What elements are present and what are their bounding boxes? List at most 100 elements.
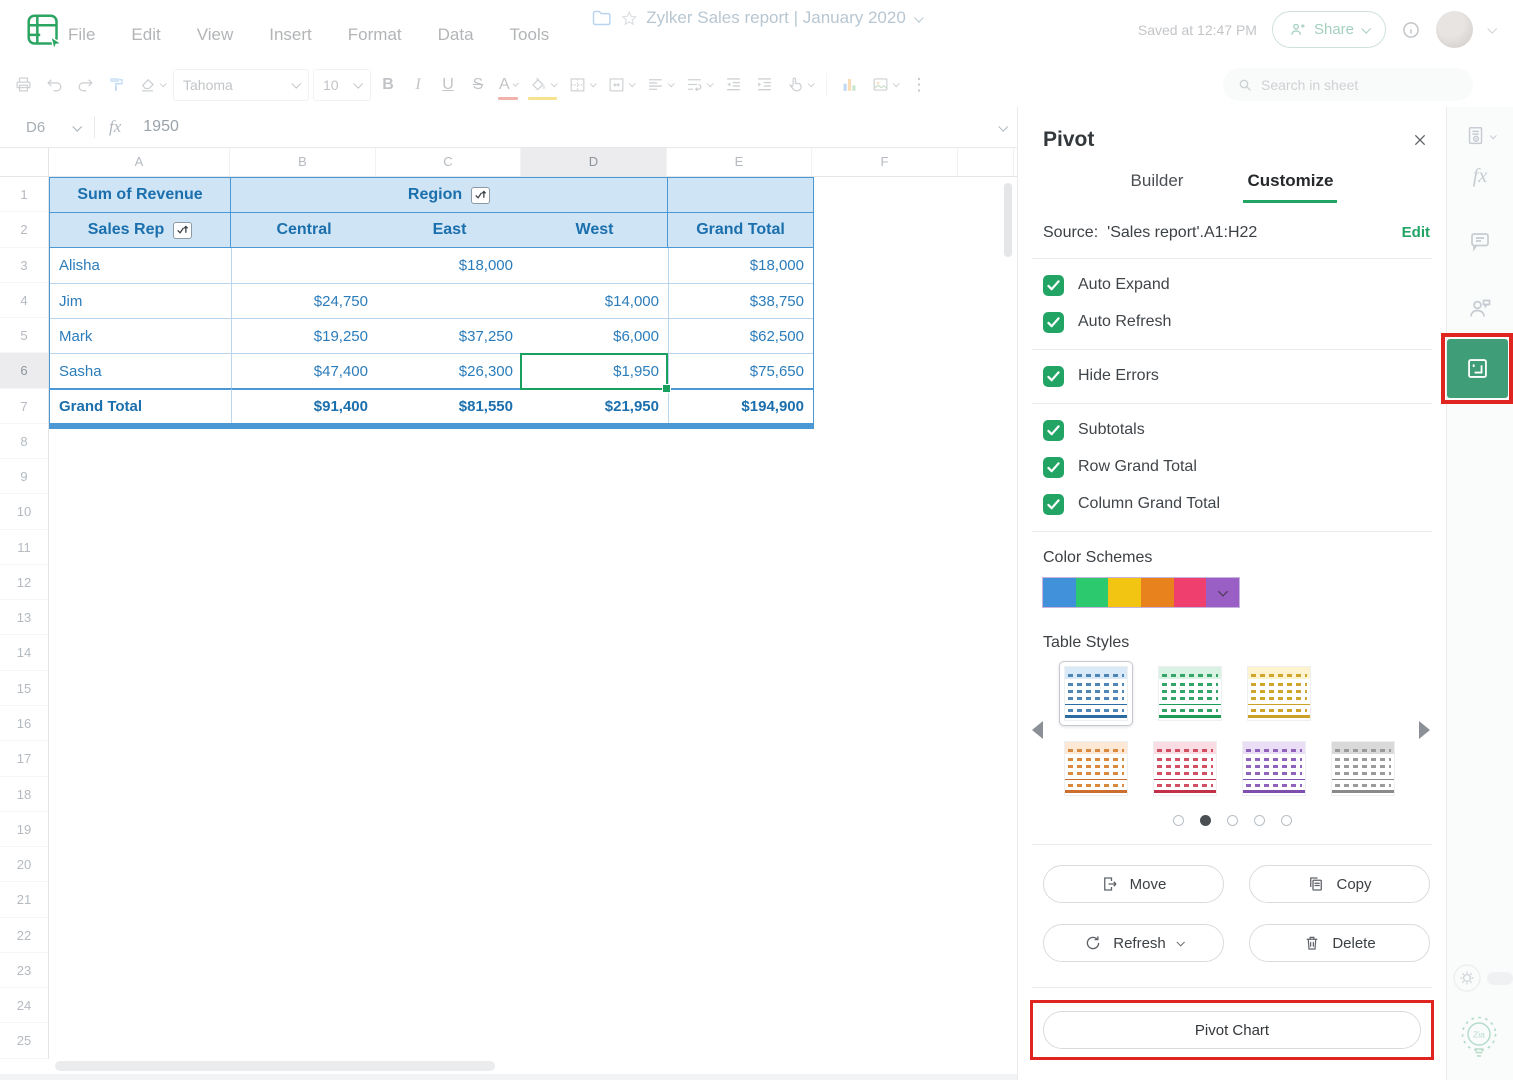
color-scheme-swatch-2[interactable] — [1076, 578, 1109, 607]
pivot-cell[interactable]: $24,750 — [231, 283, 377, 318]
info-button[interactable] — [1401, 20, 1421, 40]
italic-button[interactable]: I — [405, 69, 431, 101]
row-header-24[interactable]: 24 — [0, 988, 48, 1023]
pivot-cell[interactable]: $18,000 — [377, 248, 522, 283]
delete-button[interactable]: Delete — [1249, 924, 1430, 962]
row-header-13[interactable]: 13 — [0, 600, 48, 635]
color-scheme-swatch-3[interactable] — [1108, 578, 1141, 607]
strikethrough-button[interactable]: S — [465, 69, 491, 101]
row-header-10[interactable]: 10 — [0, 494, 48, 529]
font-size-select[interactable]: 10 — [313, 69, 371, 101]
edit-source-link[interactable]: Edit — [1402, 224, 1430, 241]
pivot-cell[interactable]: $26,300 — [377, 353, 522, 388]
region-filter-icon[interactable] — [471, 187, 490, 204]
row-header-11[interactable]: 11 — [0, 530, 48, 565]
text-wrap-button[interactable] — [681, 69, 716, 101]
pivot-cell[interactable]: Alisha — [50, 248, 231, 283]
color-scheme-picker[interactable] — [1043, 578, 1239, 607]
print-button[interactable] — [10, 69, 37, 101]
column-header-e[interactable]: E — [667, 148, 812, 176]
formula-input[interactable]: 1950 — [143, 118, 179, 136]
row-header-22[interactable]: 22 — [0, 918, 48, 953]
move-button[interactable]: Move — [1043, 865, 1224, 903]
insert-image-button[interactable] — [867, 69, 902, 101]
search-input[interactable] — [1261, 77, 1431, 93]
pivot-cell[interactable]: Sasha — [50, 353, 231, 388]
pivot-cell[interactable]: $75,650 — [668, 353, 813, 388]
table-style-red[interactable] — [1153, 741, 1217, 796]
pivot-column-header-east[interactable]: East — [377, 213, 522, 248]
pivot-column-header-central[interactable]: Central — [231, 213, 377, 248]
pivot-cell[interactable] — [522, 248, 668, 283]
pivot-cell[interactable]: Mark — [50, 318, 231, 353]
pivot-cell[interactable]: $14,000 — [522, 283, 668, 318]
underline-button[interactable]: U — [435, 69, 461, 101]
pivot-measure-cell[interactable]: Sum of Revenue — [50, 178, 231, 213]
row-header-12[interactable]: 12 — [0, 565, 48, 600]
checkbox-auto-expand[interactable]: Auto Expand — [1043, 274, 1446, 296]
refresh-button[interactable]: Refresh — [1043, 924, 1224, 962]
folder-icon[interactable] — [591, 9, 611, 27]
checkbox-column-grand-total[interactable]: Column Grand Total — [1043, 493, 1446, 515]
column-header-b[interactable]: B — [230, 148, 376, 176]
pivot-cell[interactable]: $1,950 — [522, 353, 668, 388]
checkbox-row-grand-total[interactable]: Row Grand Total — [1043, 456, 1446, 478]
zia-icon[interactable]: Zia — [1455, 1012, 1503, 1064]
sales-rep-filter-icon[interactable] — [173, 222, 192, 239]
color-scheme-swatch-4[interactable] — [1141, 578, 1174, 607]
select-all-corner[interactable] — [0, 148, 49, 176]
copy-button[interactable]: Copy — [1249, 865, 1430, 903]
undo-button[interactable] — [41, 69, 68, 101]
comments-icon[interactable] — [1468, 229, 1492, 253]
row-header-19[interactable]: 19 — [0, 812, 48, 847]
table-style-yellow[interactable] — [1247, 666, 1311, 721]
align-button[interactable] — [642, 69, 677, 101]
pivot-cell[interactable]: $37,250 — [377, 318, 522, 353]
document-title[interactable]: Zylker Sales report | January 2020 — [646, 8, 906, 28]
table-style-blue[interactable] — [1064, 666, 1128, 721]
clear-format-button[interactable] — [134, 69, 169, 101]
row-header-5[interactable]: 5 — [0, 318, 48, 353]
pivot-cell[interactable]: Jim — [50, 283, 231, 318]
menu-tools[interactable]: Tools — [510, 25, 550, 45]
pivot-cell[interactable]: $62,500 — [668, 318, 813, 353]
row-header-2[interactable]: 2 — [0, 212, 48, 247]
account-chevron-icon[interactable] — [1487, 24, 1497, 34]
column-header-a[interactable]: A — [49, 148, 230, 176]
row-header-3[interactable]: 3 — [0, 248, 48, 283]
row-header-8[interactable]: 8 — [0, 424, 48, 459]
tab-builder[interactable]: Builder — [1127, 165, 1188, 203]
table-style-green[interactable] — [1158, 666, 1222, 721]
column-header-d[interactable]: D — [521, 148, 667, 176]
row-header-4[interactable]: 4 — [0, 283, 48, 318]
checkbox-hide-errors[interactable]: Hide Errors — [1043, 365, 1446, 387]
pivot-cell[interactable] — [377, 283, 522, 318]
functions-icon[interactable]: fx — [1473, 165, 1487, 188]
row-header-16[interactable]: 16 — [0, 706, 48, 741]
checkbox-auto-refresh[interactable]: Auto Refresh — [1043, 311, 1446, 333]
font-family-select[interactable]: Tahoma — [173, 69, 309, 101]
discuss-icon[interactable] — [1467, 295, 1493, 321]
styles-prev-arrow-icon[interactable] — [1032, 721, 1043, 739]
row-header-6[interactable]: 6 — [0, 353, 48, 388]
more-tools-button[interactable]: ⋮ — [906, 69, 932, 101]
row-header-14[interactable]: 14 — [0, 635, 48, 670]
table-style-gray[interactable] — [1331, 741, 1395, 796]
pivot-column-header-west[interactable]: West — [522, 213, 668, 248]
pivot-cell[interactable]: $38,750 — [668, 283, 813, 318]
fx-icon[interactable]: fx — [109, 117, 121, 137]
row-header-17[interactable]: 17 — [0, 741, 48, 776]
menu-insert[interactable]: Insert — [269, 25, 312, 45]
increase-indent-button[interactable] — [751, 69, 778, 101]
formula-bar-expand-chevron-icon[interactable] — [998, 121, 1008, 131]
redo-button[interactable] — [72, 69, 99, 101]
menu-edit[interactable]: Edit — [131, 25, 160, 45]
pivot-grand-total-cell[interactable]: $194,900 — [668, 388, 813, 423]
pivot-column-field-cell[interactable]: Region — [231, 178, 668, 213]
pivot-icon[interactable] — [1447, 339, 1508, 398]
pivot-cell[interactable]: $47,400 — [231, 353, 377, 388]
close-icon[interactable] — [1412, 132, 1428, 148]
styles-page-dot-5[interactable] — [1281, 815, 1292, 826]
row-header-7[interactable]: 7 — [0, 389, 48, 424]
table-style-orange[interactable] — [1064, 741, 1128, 796]
